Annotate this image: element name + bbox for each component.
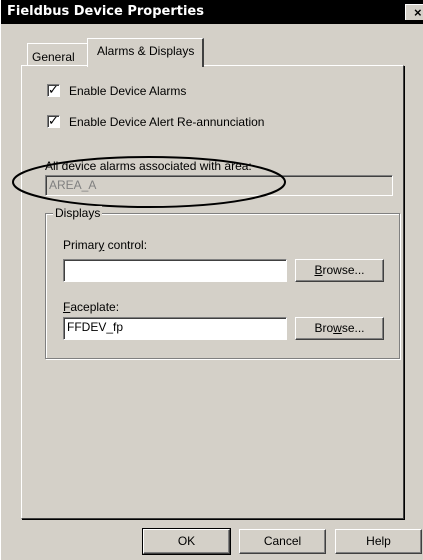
tab-general[interactable]: General (27, 43, 89, 65)
close-button[interactable]: × (405, 4, 423, 20)
primary-control-label: Primary control: (63, 238, 148, 252)
tab-alarms-displays[interactable]: Alarms & Displays (87, 38, 204, 67)
close-icon: × (414, 5, 422, 20)
window-title: Fieldbus Device Properties (7, 4, 204, 19)
area-field: AREA_A (45, 175, 393, 196)
faceplate-value: FFDEV_fp (67, 320, 124, 334)
enable-device-alarms-label: Enable Device Alarms (69, 84, 187, 98)
tab-general-label: General (32, 50, 75, 64)
dialog-window: Fieldbus Device Properties × General Ala… (0, 0, 423, 560)
tab-alarms-displays-label: Alarms & Displays (97, 44, 195, 58)
faceplate-browse-button[interactable]: Browse... (295, 317, 384, 340)
cancel-button[interactable]: Cancel (239, 529, 326, 554)
area-value: AREA_A (49, 178, 97, 192)
faceplate-label: Faceplate: (63, 300, 120, 314)
primary-control-input[interactable] (63, 259, 287, 282)
check-icon: ✓ (48, 113, 59, 128)
title-bar: Fieldbus Device Properties × (1, 0, 423, 24)
enable-reannunciation-checkbox[interactable]: ✓ (47, 113, 60, 128)
primary-browse-button[interactable]: Browse... (295, 259, 384, 282)
check-icon: ✓ (48, 82, 59, 97)
faceplate-input[interactable]: FFDEV_fp (63, 317, 287, 340)
ok-button[interactable]: OK (142, 528, 231, 555)
area-label: All device alarms associated with area: (45, 159, 252, 173)
enable-reannunciation-label: Enable Device Alert Re-annunciation (69, 115, 265, 129)
displays-group-title: Displays (53, 206, 103, 220)
help-button[interactable]: Help (335, 529, 422, 554)
enable-device-alarms-checkbox[interactable]: ✓ (47, 82, 60, 97)
